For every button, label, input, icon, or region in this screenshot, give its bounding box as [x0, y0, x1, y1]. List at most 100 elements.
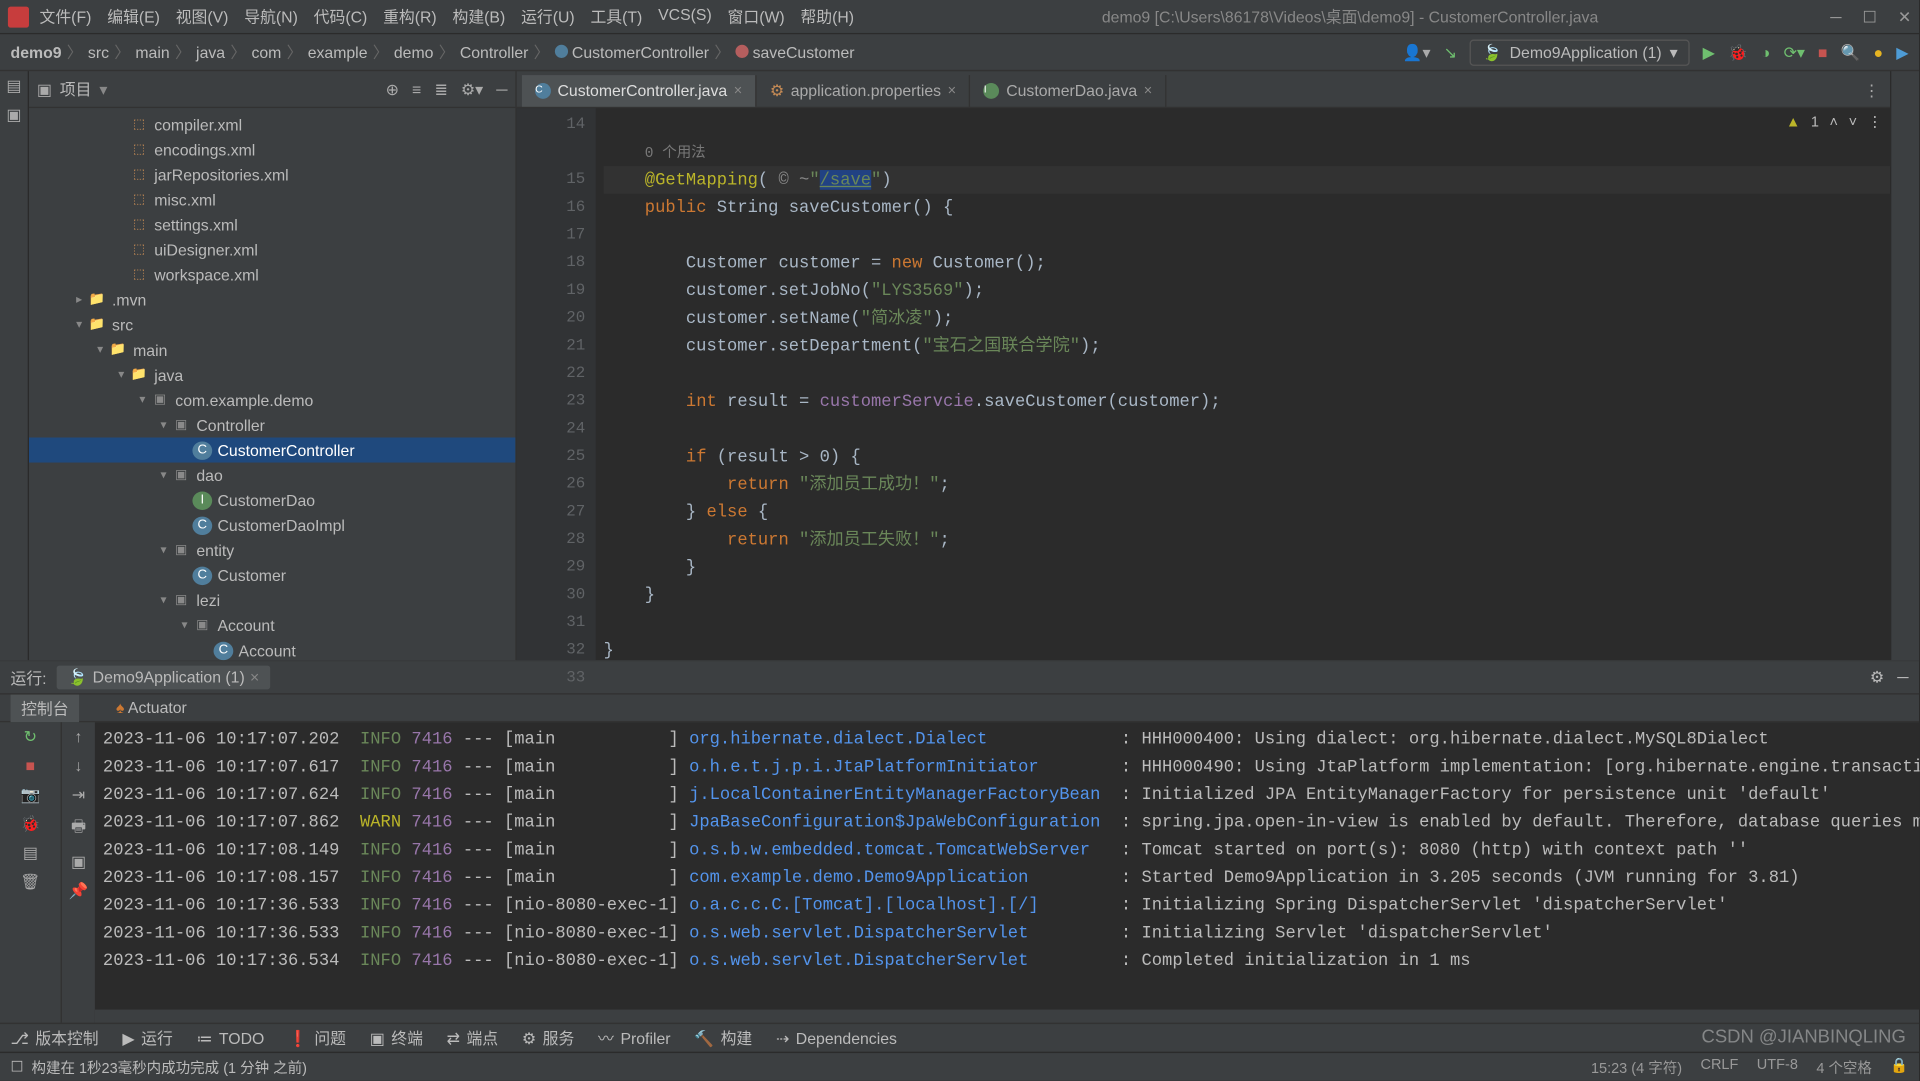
bottom-tool[interactable]: ⇢Dependencies	[776, 1029, 897, 1047]
menu-item[interactable]: 编辑(E)	[107, 5, 160, 27]
editor-tab[interactable]: ICustomerDao.java×	[971, 75, 1167, 107]
expand-all-icon[interactable]: ≡	[412, 80, 421, 98]
editor-tab[interactable]: ⚙application.properties×	[757, 75, 971, 107]
stop-icon[interactable]: ■	[26, 757, 36, 775]
console-output[interactable]: 2023-11-06 10:17:07.202 INFO 7416 --- [m…	[95, 722, 1919, 1009]
menu-item[interactable]: 窗口(W)	[728, 5, 785, 27]
menu-item[interactable]: 工具(T)	[590, 5, 642, 27]
editor-tab[interactable]: CCustomerController.java×	[522, 75, 757, 107]
tree-node[interactable]: ▾▣Controller	[29, 413, 515, 438]
code-area[interactable]: 0 个用法 @GetMapping( © ~"/save") public St…	[596, 108, 1890, 660]
tree-node[interactable]: ⬚misc.xml	[29, 187, 515, 212]
maximize-icon[interactable]: ☐	[1863, 7, 1877, 25]
structure-icon[interactable]: ▤	[6, 76, 21, 94]
line-separator[interactable]: CRLF	[1700, 1056, 1738, 1077]
tree-node[interactable]: ▾📁src	[29, 312, 515, 337]
next-problem-icon[interactable]: ˅	[1849, 114, 1857, 130]
pin-icon[interactable]: 📌	[69, 882, 89, 900]
up-icon[interactable]: ↑	[74, 728, 82, 746]
tree-node[interactable]: ▾▣com.example.demo	[29, 387, 515, 412]
debug-icon[interactable]: 🐞	[20, 815, 40, 833]
warning-icon[interactable]: ▲	[1786, 114, 1800, 130]
trash-icon[interactable]: 🗑	[20, 873, 40, 891]
bottom-tool[interactable]: ▣终端	[370, 1027, 423, 1049]
menu-item[interactable]: 帮助(H)	[800, 5, 854, 27]
tree-node[interactable]: ⬚encodings.xml	[29, 137, 515, 162]
tree-node[interactable]: ⬚jarRepositories.xml	[29, 162, 515, 187]
snapshot-icon[interactable]: 📷	[20, 786, 40, 804]
bottom-tool[interactable]: ≔TODO	[197, 1029, 265, 1047]
close-icon[interactable]: ×	[734, 83, 742, 99]
close-icon[interactable]: ×	[250, 668, 259, 686]
debug-icon[interactable]: 🐞	[1728, 43, 1748, 61]
bottom-tool[interactable]: 🔨构建	[694, 1027, 752, 1049]
close-icon[interactable]: ×	[1144, 83, 1152, 99]
profile-icon[interactable]: ⟳▾	[1784, 43, 1805, 61]
tree-node[interactable]: ▾▣dao	[29, 463, 515, 488]
breadcrumb-item[interactable]: example	[308, 43, 368, 61]
tree-node[interactable]: ⬚compiler.xml	[29, 112, 515, 137]
minimize-icon[interactable]: ─	[1830, 7, 1841, 25]
run-subtab[interactable]: 控制台	[11, 694, 80, 722]
build-icon[interactable]: ↘	[1444, 43, 1457, 61]
user-icon[interactable]: 👤▾	[1403, 43, 1431, 61]
wrap-icon[interactable]: ⇥	[72, 786, 85, 804]
learn-icon[interactable]: ▶	[1896, 43, 1908, 61]
close-icon[interactable]: ×	[948, 83, 956, 99]
more-icon[interactable]: ⋮	[1868, 113, 1882, 130]
bottom-tool[interactable]: ▶运行	[122, 1027, 172, 1049]
layout-icon[interactable]: ▤	[23, 844, 38, 862]
tree-node[interactable]: ▾▣lezi	[29, 588, 515, 613]
close-icon[interactable]: ✕	[1898, 7, 1911, 25]
print-icon[interactable]: 🖶	[71, 815, 86, 843]
tree-node[interactable]: CCustomer	[29, 563, 515, 588]
bottom-tool[interactable]: ⚙服务	[522, 1027, 574, 1049]
breadcrumb-item[interactable]: CustomerController	[555, 43, 709, 61]
chevron-down-icon[interactable]: ▾	[99, 80, 107, 98]
tree-node[interactable]: ⬚settings.xml	[29, 212, 515, 237]
hide-icon[interactable]: ─	[496, 80, 507, 98]
ide-scripting-icon[interactable]: ●	[1874, 43, 1884, 61]
indent-info[interactable]: 4 个空格	[1816, 1056, 1872, 1077]
horizontal-scrollbar[interactable]	[95, 1010, 1919, 1023]
menu-item[interactable]: 重构(R)	[383, 5, 437, 27]
file-encoding[interactable]: UTF-8	[1757, 1056, 1798, 1077]
rerun-icon[interactable]: ↻	[24, 728, 37, 746]
breadcrumb-item[interactable]: saveCustomer	[735, 43, 854, 61]
menu-item[interactable]: 构建(B)	[453, 5, 506, 27]
search-icon[interactable]: 🔍	[1841, 43, 1861, 61]
menu-item[interactable]: VCS(S)	[658, 5, 712, 27]
more-icon[interactable]: ⋮	[1853, 75, 1890, 107]
prev-problem-icon[interactable]: ˄	[1830, 114, 1838, 130]
breadcrumb-item[interactable]: Controller	[460, 43, 529, 61]
breadcrumb-item[interactable]: com	[251, 43, 281, 61]
bottom-tool[interactable]: ⎇版本控制	[11, 1027, 99, 1049]
tree-node[interactable]: CCustomerDaoImpl	[29, 513, 515, 538]
gear-icon[interactable]: ⚙▾	[461, 80, 483, 98]
menu-item[interactable]: 运行(U)	[521, 5, 575, 27]
run-config-selector[interactable]: 🍃 Demo9Application (1) ▾	[1470, 39, 1689, 65]
run-icon[interactable]: ▶	[1703, 43, 1715, 61]
tree-node[interactable]: ⬚uiDesigner.xml	[29, 237, 515, 262]
menu-item[interactable]: 导航(N)	[244, 5, 298, 27]
down-icon[interactable]: ↓	[74, 757, 82, 775]
tree-node[interactable]: ▾📁main	[29, 337, 515, 362]
breadcrumb-item[interactable]: java	[196, 43, 225, 61]
collapse-all-icon[interactable]: ≣	[434, 80, 447, 98]
bookmarks-icon[interactable]: ▣	[6, 105, 21, 123]
breadcrumb-item[interactable]: src	[88, 43, 109, 61]
menu-item[interactable]: 代码(C)	[314, 5, 368, 27]
run-tab[interactable]: 🍃 Demo9Application (1) ×	[57, 666, 270, 690]
tree-node[interactable]: ▾▣entity	[29, 538, 515, 563]
bottom-tool[interactable]: 〰Profiler	[598, 1027, 671, 1049]
menu-item[interactable]: 文件(F)	[40, 5, 92, 27]
lock-icon[interactable]: 🔒	[1890, 1056, 1908, 1077]
tree-node[interactable]: ▸📁.mvn	[29, 287, 515, 312]
bottom-tool[interactable]: ⇄端点	[447, 1027, 499, 1049]
breadcrumb-item[interactable]: demo9	[11, 43, 62, 61]
locate-icon[interactable]: ⊕	[386, 80, 399, 98]
tree-node[interactable]: ICustomerDao	[29, 488, 515, 513]
stop-icon[interactable]: ■	[1818, 43, 1828, 61]
breadcrumb-item[interactable]: demo	[394, 43, 434, 61]
run-subtab[interactable]: ♠ Actuator	[105, 696, 197, 720]
